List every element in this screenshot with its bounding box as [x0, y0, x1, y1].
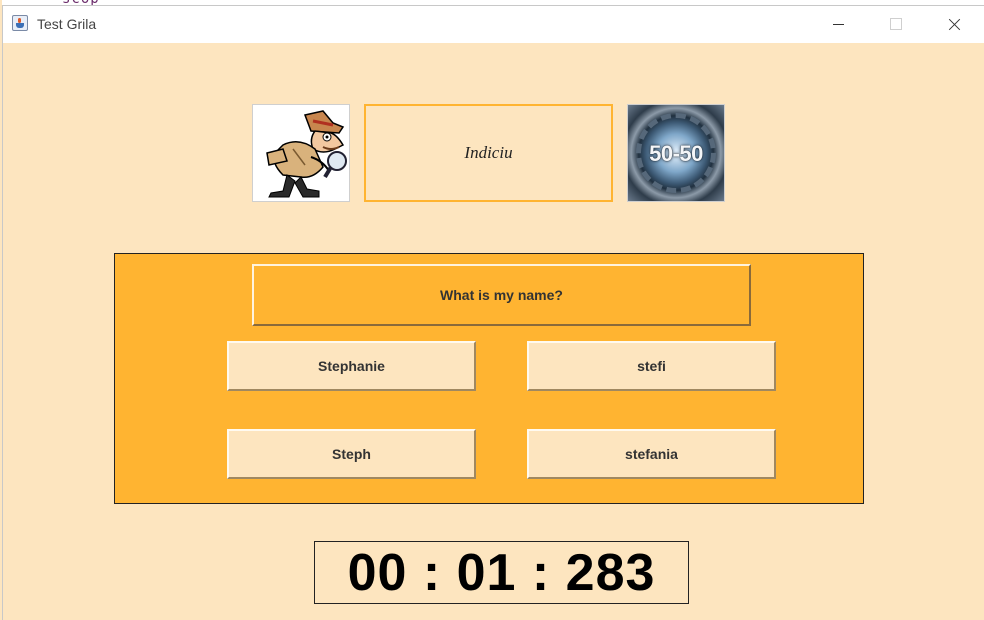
- detective-icon: [266, 110, 347, 198]
- window-title: Test Grila: [37, 16, 97, 32]
- hint-field[interactable]: Indiciu: [364, 104, 613, 202]
- title-bar: Test Grila: [3, 6, 984, 43]
- close-button[interactable]: [931, 6, 977, 43]
- java-cup-icon: [12, 15, 28, 31]
- answer-button-2[interactable]: stefi: [527, 341, 776, 391]
- minimize-button[interactable]: [815, 6, 861, 43]
- fifty-fifty-icon: 50-50: [649, 141, 703, 166]
- answer-button-4[interactable]: stefania: [527, 429, 776, 479]
- answer-button-3[interactable]: Steph: [227, 429, 476, 479]
- hint-button[interactable]: [252, 104, 350, 202]
- fifty-fifty-button[interactable]: 50-50: [627, 104, 725, 202]
- question-label: What is my name?: [252, 264, 751, 326]
- maximize-button[interactable]: [873, 6, 919, 43]
- answer-button-1[interactable]: Stephanie: [227, 341, 476, 391]
- timer-display: 00 : 01 : 283: [314, 541, 689, 604]
